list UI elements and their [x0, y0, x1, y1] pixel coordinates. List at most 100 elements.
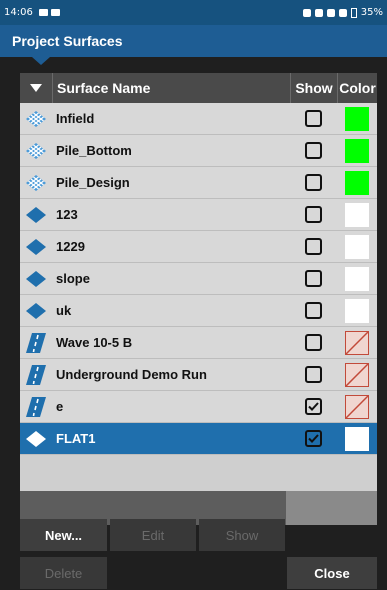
color-cell: [337, 391, 377, 422]
show-cell: [290, 295, 337, 326]
vibrate-icon: [326, 8, 335, 17]
table-body: Infield Pile_Bottom Pile_Design 123 1229 slop…: [20, 103, 377, 455]
show-cell: [290, 199, 337, 230]
color-cell: [337, 199, 377, 230]
show-checkbox[interactable]: [305, 366, 322, 383]
show-cell: [290, 135, 337, 166]
title-notch: [32, 57, 50, 65]
show-cell: [290, 391, 337, 422]
road-icon: [20, 359, 52, 390]
table-row[interactable]: FLAT1: [20, 423, 377, 455]
show-checkbox[interactable]: [305, 110, 322, 127]
surface-name: slope: [56, 271, 90, 286]
table-row[interactable]: e: [20, 391, 377, 423]
table-row[interactable]: Pile_Design: [20, 167, 377, 199]
color-cell: [337, 295, 377, 326]
show-checkbox[interactable]: [305, 430, 322, 447]
tin-mesh-icon: [20, 135, 52, 166]
table-row[interactable]: 123: [20, 199, 377, 231]
show-checkbox[interactable]: [305, 174, 322, 191]
tin-mesh-icon: [20, 167, 52, 198]
surface-name: uk: [56, 303, 72, 318]
plane-surface-icon: [20, 263, 52, 294]
notification-icon: [50, 9, 60, 16]
plane-surface-icon: [20, 199, 52, 230]
color-cell: [337, 263, 377, 294]
column-header-show[interactable]: Show: [290, 73, 337, 103]
show-checkbox[interactable]: [305, 398, 322, 415]
show-checkbox[interactable]: [305, 302, 322, 319]
table-row[interactable]: Infield: [20, 103, 377, 135]
wifi-icon: [338, 8, 347, 17]
edit-button[interactable]: Edit: [110, 519, 196, 551]
color-swatch[interactable]: [345, 266, 369, 291]
show-checkbox[interactable]: [305, 334, 322, 351]
table-empty-area: [20, 455, 377, 491]
table-row[interactable]: 1229: [20, 231, 377, 263]
sort-dropdown-icon[interactable]: [20, 73, 52, 103]
show-cell: [290, 167, 337, 198]
color-swatch[interactable]: [345, 106, 369, 131]
tin-mesh-icon: [20, 103, 52, 134]
color-cell: [337, 327, 377, 358]
table-row[interactable]: slope: [20, 263, 377, 295]
show-cell: [290, 103, 337, 134]
show-cell: [290, 359, 337, 390]
surface-name: 123: [56, 207, 78, 222]
surface-name: FLAT1: [56, 431, 96, 446]
surface-name: e: [56, 399, 64, 414]
road-icon: [20, 391, 52, 422]
road-icon: [20, 327, 52, 358]
scrollbar-track[interactable]: [286, 491, 377, 525]
show-cell: [290, 423, 337, 454]
status-bar: 14:06 35%: [0, 0, 387, 25]
color-cell: [337, 359, 377, 390]
color-swatch[interactable]: [345, 330, 369, 355]
color-swatch[interactable]: [345, 202, 369, 227]
color-cell: [337, 423, 377, 454]
surface-name: Infield: [56, 111, 95, 126]
color-swatch[interactable]: [345, 170, 369, 195]
show-cell: [290, 327, 337, 358]
table-row[interactable]: Pile_Bottom: [20, 135, 377, 167]
show-checkbox[interactable]: [305, 142, 322, 159]
status-time: 14:06: [4, 7, 33, 18]
table-header: Surface Name Show Color: [20, 73, 377, 103]
show-checkbox[interactable]: [305, 238, 322, 255]
page-title: Project Surfaces: [0, 25, 387, 57]
delete-button[interactable]: Delete: [20, 557, 107, 589]
close-button[interactable]: Close: [287, 557, 377, 589]
battery-icon: [350, 7, 357, 18]
new-button[interactable]: New...: [20, 519, 107, 551]
show-cell: [290, 231, 337, 262]
color-cell: [337, 167, 377, 198]
surface-name: Underground Demo Run: [56, 367, 207, 382]
color-swatch[interactable]: [345, 426, 369, 451]
column-header-name[interactable]: Surface Name: [52, 73, 290, 103]
surfaces-table: Surface Name Show Color Infield Pile_Bott…: [20, 73, 377, 525]
table-row[interactable]: Underground Demo Run: [20, 359, 377, 391]
color-swatch[interactable]: [345, 394, 369, 419]
color-swatch[interactable]: [345, 138, 369, 163]
status-right: 35%: [302, 7, 383, 18]
show-cell: [290, 263, 337, 294]
plane-surface-icon: [20, 423, 52, 454]
surface-name: 1229: [56, 239, 85, 254]
color-swatch[interactable]: [345, 298, 369, 323]
table-row[interactable]: Wave 10-5 B: [20, 327, 377, 359]
color-cell: [337, 135, 377, 166]
notification-icon: [38, 9, 48, 16]
color-cell: [337, 231, 377, 262]
plane-surface-icon: [20, 295, 52, 326]
table-row[interactable]: uk: [20, 295, 377, 327]
show-button[interactable]: Show: [199, 519, 285, 551]
show-checkbox[interactable]: [305, 206, 322, 223]
show-checkbox[interactable]: [305, 270, 322, 287]
plane-surface-icon: [20, 231, 52, 262]
column-header-color[interactable]: Color: [337, 73, 377, 103]
signal-icon: [302, 8, 311, 17]
color-swatch[interactable]: [345, 234, 369, 259]
color-swatch[interactable]: [345, 362, 369, 387]
screen: 14:06 35% Project Surfaces Surface Name …: [0, 0, 387, 590]
battery-level: 35%: [360, 7, 383, 18]
